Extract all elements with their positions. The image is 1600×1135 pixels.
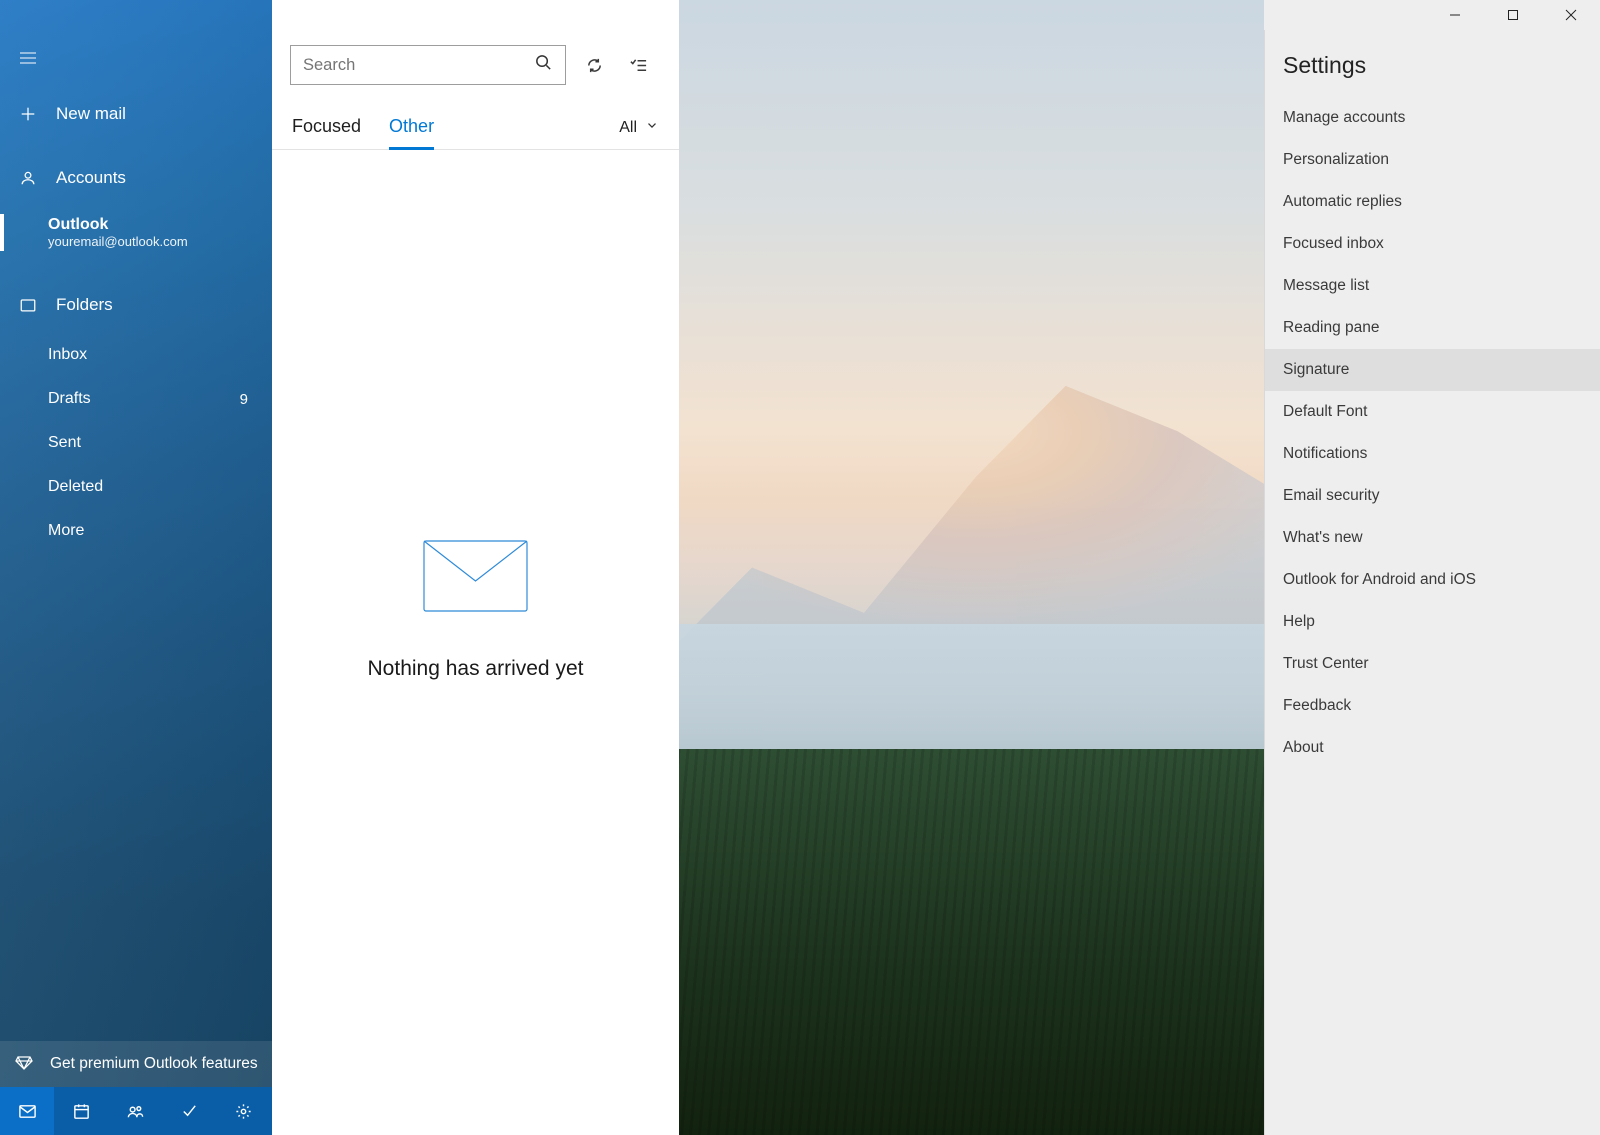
settings-item-outlook-for-android-and-ios[interactable]: Outlook for Android and iOS: [1265, 559, 1600, 601]
calendar-app-button[interactable]: [54, 1087, 108, 1135]
new-mail-label: New mail: [56, 104, 126, 124]
premium-label: Get premium Outlook features: [50, 1055, 258, 1073]
people-app-button[interactable]: [108, 1087, 162, 1135]
plus-icon: [18, 105, 38, 123]
envelope-icon: [423, 540, 528, 617]
settings-item-what-s-new[interactable]: What's new: [1265, 517, 1600, 559]
account-item[interactable]: Outlook youremail@outlook.com: [0, 206, 272, 259]
folder-drafts[interactable]: Drafts 9: [0, 377, 272, 421]
search-box[interactable]: [290, 45, 566, 85]
window-controls: [1426, 0, 1600, 30]
chevron-down-icon: [645, 118, 659, 137]
inbox-tabs: Focused Other All: [272, 100, 679, 150]
search-icon: [534, 53, 553, 77]
diamond-icon: [14, 1052, 34, 1077]
minimize-button[interactable]: [1426, 0, 1484, 30]
accounts-label: Accounts: [56, 168, 126, 188]
empty-state: Nothing has arrived yet: [272, 150, 679, 1135]
settings-item-feedback[interactable]: Feedback: [1265, 685, 1600, 727]
settings-item-about[interactable]: About: [1265, 727, 1600, 769]
folder-label: More: [48, 522, 84, 540]
account-email: youremail@outlook.com: [48, 234, 272, 249]
settings-item-help[interactable]: Help: [1265, 601, 1600, 643]
close-button[interactable]: [1542, 0, 1600, 30]
folders-header[interactable]: Folders: [0, 277, 272, 333]
settings-item-reading-pane[interactable]: Reading pane: [1265, 307, 1600, 349]
settings-item-trust-center[interactable]: Trust Center: [1265, 643, 1600, 685]
message-toolbar: [272, 30, 679, 100]
hamburger-button[interactable]: [0, 30, 56, 86]
message-list-column: Focused Other All Nothing has arrived ye…: [272, 30, 679, 1135]
folder-label: Inbox: [48, 346, 87, 364]
new-mail-button[interactable]: New mail: [0, 86, 272, 142]
empty-state-text: Nothing has arrived yet: [368, 657, 584, 681]
settings-title: Settings: [1265, 42, 1600, 97]
folder-icon: [18, 296, 38, 314]
settings-item-manage-accounts[interactable]: Manage accounts: [1265, 97, 1600, 139]
folder-count: 9: [240, 391, 248, 408]
mail-app-button[interactable]: [0, 1087, 54, 1135]
premium-banner[interactable]: Get premium Outlook features: [0, 1041, 272, 1087]
folder-label: Deleted: [48, 478, 103, 496]
sidebar: New mail Accounts Outlook youremail@outl…: [0, 0, 272, 1135]
account-name: Outlook: [48, 216, 272, 234]
settings-item-personalization[interactable]: Personalization: [1265, 139, 1600, 181]
person-icon: [18, 169, 38, 187]
tab-focused[interactable]: Focused: [292, 116, 361, 149]
sync-button[interactable]: [578, 45, 610, 85]
settings-item-signature[interactable]: Signature: [1265, 349, 1600, 391]
folder-sent[interactable]: Sent: [0, 421, 272, 465]
folder-more[interactable]: More: [0, 509, 272, 553]
search-input[interactable]: [303, 56, 534, 75]
settings-list: Manage accountsPersonalizationAutomatic …: [1265, 97, 1600, 769]
filter-dropdown[interactable]: All: [619, 118, 659, 149]
tab-other[interactable]: Other: [389, 116, 434, 149]
folder-list: Inbox Drafts 9 Sent Deleted More: [0, 333, 272, 553]
maximize-button[interactable]: [1484, 0, 1542, 30]
todo-app-button[interactable]: [162, 1087, 216, 1135]
settings-item-notifications[interactable]: Notifications: [1265, 433, 1600, 475]
folder-label: Sent: [48, 434, 81, 452]
settings-item-focused-inbox[interactable]: Focused inbox: [1265, 223, 1600, 265]
settings-item-message-list[interactable]: Message list: [1265, 265, 1600, 307]
settings-panel: Settings Manage accountsPersonalizationA…: [1264, 30, 1600, 1135]
select-mode-button[interactable]: [622, 45, 654, 85]
filter-label: All: [619, 119, 637, 137]
accounts-header[interactable]: Accounts: [0, 150, 272, 206]
settings-item-email-security[interactable]: Email security: [1265, 475, 1600, 517]
settings-item-automatic-replies[interactable]: Automatic replies: [1265, 181, 1600, 223]
folder-label: Drafts: [48, 390, 91, 408]
folder-deleted[interactable]: Deleted: [0, 465, 272, 509]
folder-inbox[interactable]: Inbox: [0, 333, 272, 377]
settings-item-default-font[interactable]: Default Font: [1265, 391, 1600, 433]
settings-button[interactable]: [216, 1087, 270, 1135]
folders-label: Folders: [56, 295, 113, 315]
app-switcher-bar: [0, 1087, 272, 1135]
